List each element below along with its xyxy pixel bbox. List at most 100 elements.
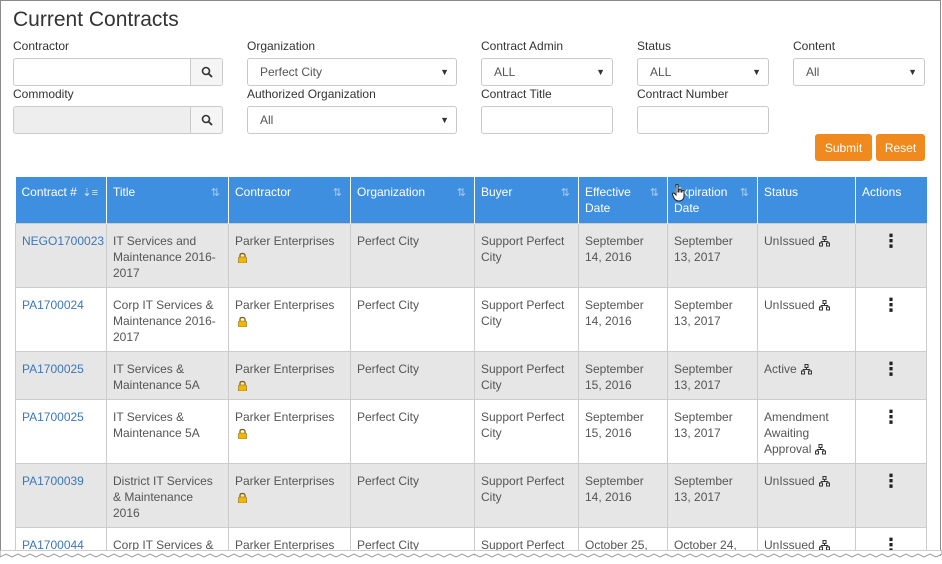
lock-icon: [238, 493, 247, 504]
cell-title: IT Services and Maintenance 2016-2017: [106, 223, 229, 288]
col-header-effective-date[interactable]: Effective Date ⇅: [578, 177, 668, 224]
contracts-table: Contract # ⇣≡ Title ⇅ Contractor ⇅ Organiza…: [15, 177, 927, 556]
contractor-name: Parker Enterprises: [235, 234, 335, 248]
cell-contract-no: PA1700024: [15, 287, 107, 352]
cell-effective-date: September 14, 2016: [578, 223, 668, 288]
col-header-label: Contract #: [21, 185, 77, 199]
torn-edge: [0, 550, 942, 558]
cell-organization: Perfect City: [350, 223, 475, 288]
sort-desc-icon[interactable]: ⇣≡: [82, 185, 98, 201]
contractor-field[interactable]: [13, 58, 223, 86]
cell-status: UnIssued: [757, 223, 856, 288]
commodity-search-button[interactable]: [190, 107, 222, 133]
cell-organization: Perfect City: [350, 463, 475, 528]
more-actions-icon[interactable]: ⋮: [862, 472, 920, 490]
org-chart-icon[interactable]: [818, 300, 830, 311]
cell-actions: ⋮: [855, 399, 927, 464]
contract-title-field[interactable]: [481, 106, 613, 134]
more-actions-icon[interactable]: ⋮: [862, 360, 920, 378]
search-icon: [201, 66, 213, 78]
cell-buyer: Support Perfect City: [474, 223, 579, 288]
col-header-actions: Actions: [855, 177, 927, 224]
cell-buyer: Support Perfect City: [474, 287, 579, 352]
col-header-label: Buyer: [481, 185, 513, 199]
sort-icon[interactable]: ⇅: [561, 185, 570, 201]
organization-select[interactable]: Perfect City ▼: [247, 58, 457, 86]
contract-number-field[interactable]: [637, 106, 769, 134]
cell-buyer: Support Perfect City: [474, 399, 579, 464]
contractor-input[interactable]: [14, 59, 192, 85]
cell-organization: Perfect City: [350, 351, 475, 400]
cell-expiration-date: September 13, 2017: [667, 463, 758, 528]
contractor-label: Contractor: [13, 39, 70, 53]
status-value: ALL: [650, 65, 672, 79]
status-text: UnIssued: [764, 234, 815, 248]
contract-link[interactable]: PA1700024: [22, 298, 84, 312]
content-select[interactable]: All ▼: [793, 58, 925, 86]
status-select[interactable]: ALL ▼: [637, 58, 769, 86]
more-actions-icon[interactable]: ⋮: [862, 296, 920, 314]
contractor-search-button[interactable]: [190, 59, 222, 85]
authorized-org-label: Authorized Organization: [247, 87, 376, 101]
contract-title-input[interactable]: [482, 107, 612, 133]
contract-number-input[interactable]: [638, 107, 768, 133]
table-row: PA1700039 District IT Services & Maintena…: [15, 463, 927, 528]
cell-expiration-date: September 13, 2017: [667, 399, 758, 464]
col-header-organization[interactable]: Organization ⇅: [350, 177, 475, 224]
reset-button[interactable]: Reset: [876, 134, 925, 161]
col-header-contractor[interactable]: Contractor ⇅: [228, 177, 351, 224]
cell-title: IT Services & Maintenance 5A: [106, 399, 229, 464]
contract-title-label: Contract Title: [481, 87, 552, 101]
contract-link[interactable]: PA1700025: [22, 362, 84, 376]
col-header-status[interactable]: Status: [757, 177, 856, 224]
contractor-name: Parker Enterprises: [235, 362, 335, 376]
table-row: NEGO1700023 IT Services and Maintenance 2…: [15, 223, 927, 288]
cell-title: District IT Services & Maintenance 2016: [106, 463, 229, 528]
contract-link[interactable]: PA1700039: [22, 474, 84, 488]
more-actions-icon[interactable]: ⋮: [862, 232, 920, 250]
cell-contractor: Parker Enterprises: [228, 463, 351, 528]
sort-icon[interactable]: ⇅: [333, 185, 342, 201]
org-chart-icon[interactable]: [815, 444, 827, 455]
contract-link[interactable]: PA1700025: [22, 410, 84, 424]
cell-contract-no: PA1700039: [15, 463, 107, 528]
commodity-input[interactable]: [14, 107, 192, 133]
cell-buyer: Support Perfect City: [474, 463, 579, 528]
cell-contract-no: PA1700025: [15, 351, 107, 400]
col-header-contract-no[interactable]: Contract # ⇣≡: [15, 177, 107, 224]
more-actions-icon[interactable]: ⋮: [862, 408, 920, 426]
status-text: Active: [764, 362, 797, 376]
cell-effective-date: September 15, 2016: [578, 351, 668, 400]
organization-value: Perfect City: [260, 65, 323, 79]
col-header-label: Title: [113, 185, 136, 199]
contract-admin-select[interactable]: ALL ▼: [481, 58, 613, 86]
cell-actions: ⋮: [855, 351, 927, 400]
status-label: Status: [637, 39, 672, 53]
more-actions-icon[interactable]: ⋮: [862, 536, 920, 554]
sort-icon[interactable]: ⇅: [457, 185, 466, 201]
org-chart-icon[interactable]: [800, 364, 812, 375]
col-header-buyer[interactable]: Buyer ⇅: [474, 177, 579, 224]
contracts-page: Current Contracts Contractor Organizatio…: [0, 0, 941, 556]
commodity-field[interactable]: [13, 106, 223, 134]
org-chart-icon[interactable]: [818, 236, 830, 247]
table-header-row: Contract # ⇣≡ Title ⇅ Contractor ⇅ Organiza…: [15, 177, 927, 224]
sort-icon[interactable]: ⇅: [740, 185, 749, 201]
sort-icon[interactable]: ⇅: [650, 185, 659, 201]
contract-admin-value: ALL: [494, 65, 516, 79]
submit-button[interactable]: Submit: [815, 134, 872, 161]
contractor-name: Parker Enterprises: [235, 410, 335, 424]
cell-status: Amendment Awaiting Approval: [757, 399, 856, 464]
sort-icon[interactable]: ⇅: [211, 185, 220, 201]
cell-contractor: Parker Enterprises: [228, 351, 351, 400]
col-header-title[interactable]: Title ⇅: [106, 177, 229, 224]
org-chart-icon[interactable]: [818, 476, 830, 487]
cell-effective-date: September 14, 2016: [578, 287, 668, 352]
authorized-org-select[interactable]: All ▼: [247, 106, 457, 134]
cell-status: UnIssued: [757, 287, 856, 352]
cell-organization: Perfect City: [350, 287, 475, 352]
contract-link[interactable]: NEGO1700023: [22, 234, 104, 248]
table-row: PA1700025 IT Services & Maintenance 5A Par…: [15, 351, 927, 400]
cell-actions: ⋮: [855, 287, 927, 352]
lock-icon: [238, 317, 247, 328]
